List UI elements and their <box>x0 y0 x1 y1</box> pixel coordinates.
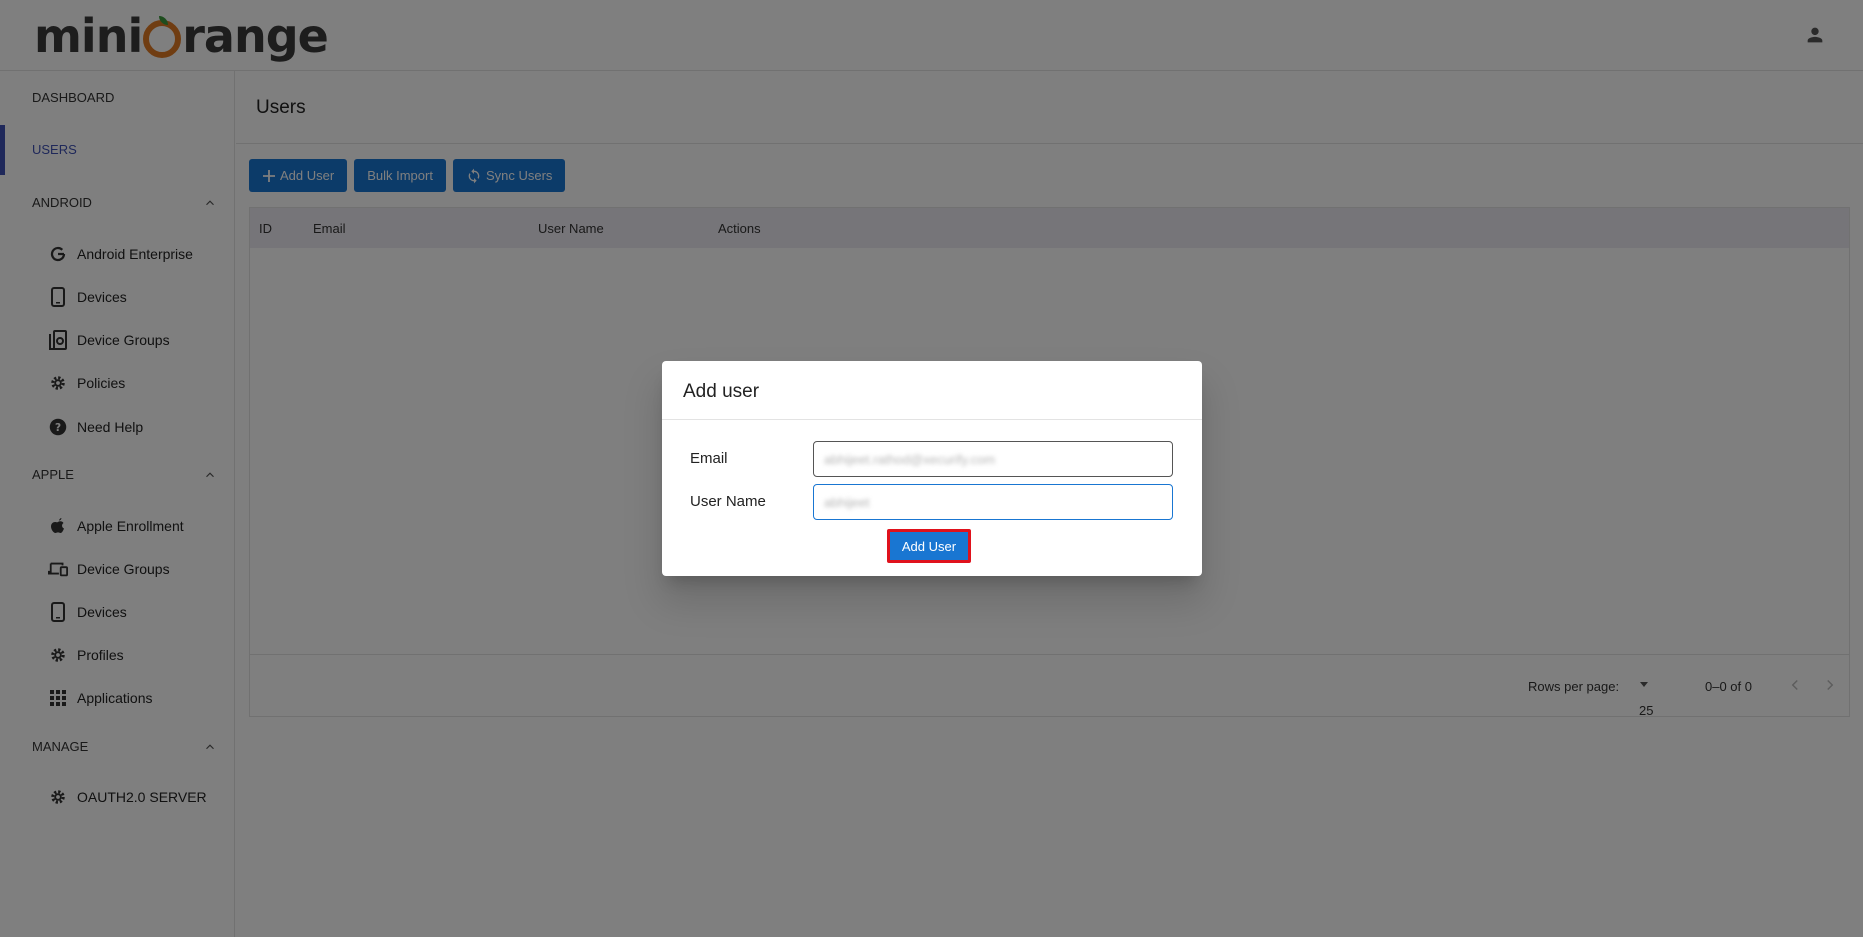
email-field-value: abhijeet.rathod@xecurify.com <box>824 451 996 467</box>
add-user-dialog: Add user Email abhijeet.rathod@xecurify.… <box>662 361 1202 576</box>
username-label: User Name <box>690 493 766 510</box>
dialog-add-user-button[interactable]: Add User <box>887 529 971 563</box>
email-field[interactable]: abhijeet.rathod@xecurify.com <box>813 441 1173 477</box>
username-field[interactable]: abhijeet <box>813 484 1173 520</box>
username-field-value: abhijeet <box>824 494 870 510</box>
dialog-divider <box>662 419 1202 420</box>
dialog-title: Add user <box>683 381 760 402</box>
email-label: Email <box>690 450 728 467</box>
